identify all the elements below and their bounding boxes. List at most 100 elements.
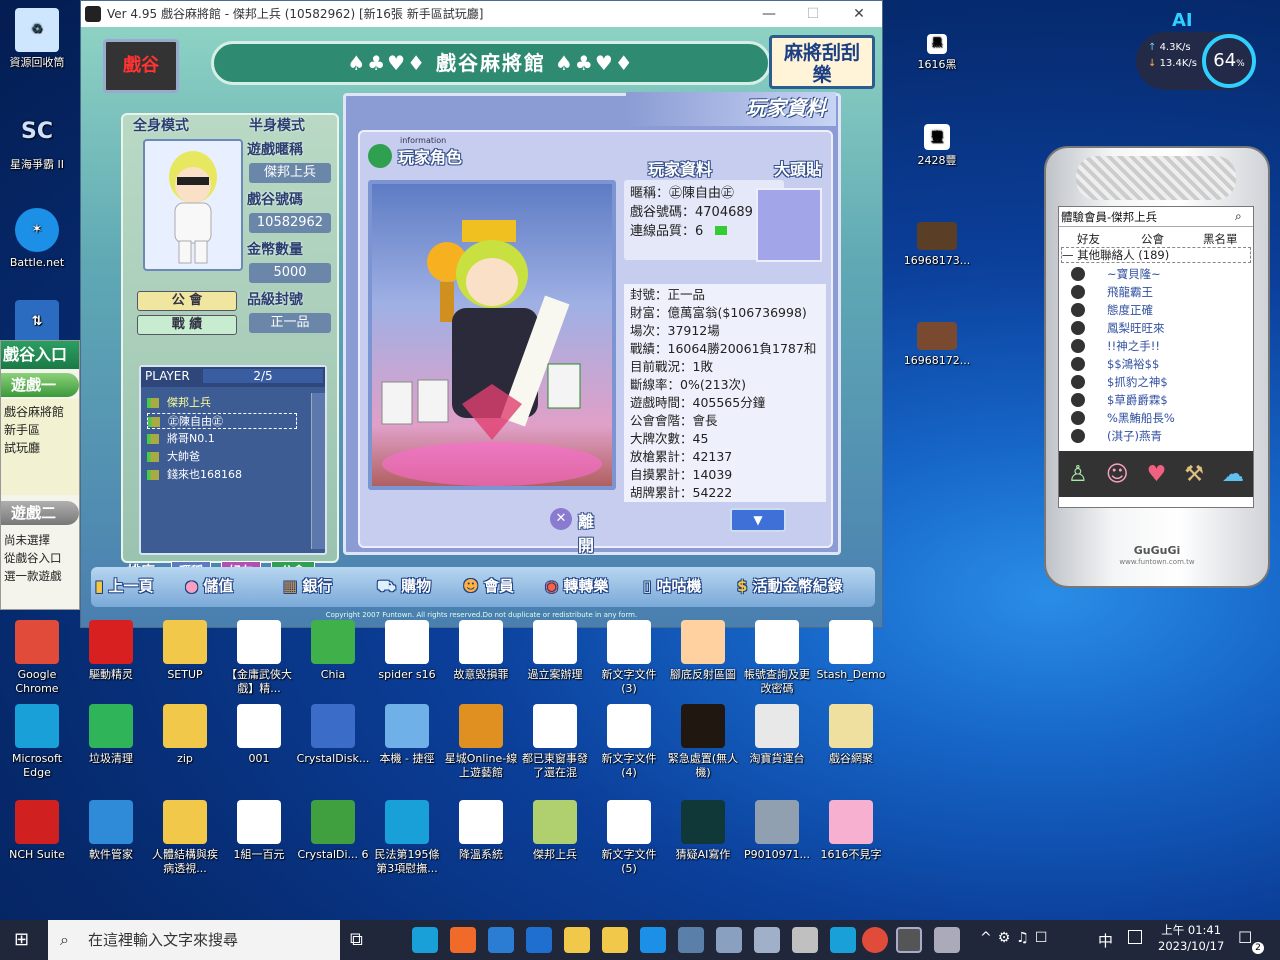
desktop-shortcut[interactable]: Google Chrome [0, 620, 74, 696]
desktop-shortcut[interactable]: 1616不見字 [814, 800, 888, 862]
desktop-shortcut[interactable]: 人體結構與疾病透視... [148, 800, 222, 876]
tray-icons[interactable]: ^⚙♫☐ [980, 930, 1053, 946]
desktop-shortcut[interactable]: 腳底反射區圖 [666, 620, 740, 682]
desktop-icon-1616[interactable]: 黑 1616黑 [900, 34, 974, 72]
contact-item[interactable]: $$鴻裕$$ [1107, 355, 1159, 373]
sticker-slot[interactable] [756, 188, 822, 262]
gugu-button[interactable]: ▯ 咕咕機 [643, 575, 702, 596]
desktop-shortcut[interactable]: zip [148, 704, 222, 766]
contact-item[interactable]: 態度正確 [1107, 301, 1153, 319]
recycle-bin-shortcut[interactable]: ♻ 資源回收筒 [0, 8, 74, 70]
topup-button[interactable]: ● 儲值 [185, 575, 233, 596]
game-window-titlebar[interactable]: Ver 4.95 戲谷麻將館 - 傑邦上兵 (10582962) [新16張 新… [81, 1, 882, 27]
player-row[interactable]: 傑邦上兵 [147, 395, 297, 411]
explorer-taskbar-icon[interactable] [564, 927, 590, 953]
desktop-shortcut[interactable]: 本機 - 捷徑 [370, 704, 444, 766]
task-view-icon[interactable]: ⧉ [350, 927, 376, 953]
app-taskbar-icon[interactable] [754, 927, 780, 953]
folder-taskbar-icon[interactable] [602, 927, 628, 953]
bank-button[interactable]: ▦ 銀行 [283, 575, 332, 596]
desktop-icon-video-1[interactable]: 16968173... [900, 222, 974, 268]
contact-item[interactable]: ~寶貝隆~ [1107, 265, 1161, 283]
contact-item[interactable]: 鳳梨旺旺來 [1107, 319, 1165, 337]
contact-item[interactable]: !!神之手!! [1107, 337, 1160, 355]
start-icon[interactable]: ⊞ [14, 930, 34, 950]
desktop-shortcut[interactable]: 猜疑AI寫作 [666, 800, 740, 862]
tab-player-role[interactable]: 玩家角色 [398, 144, 462, 168]
desktop-shortcut[interactable]: SETUP [148, 620, 222, 682]
contact-item[interactable]: %黑鮪船長% [1107, 409, 1175, 427]
prev-page-button[interactable]: ▮ 上一頁 [95, 575, 154, 596]
gugugi-phone[interactable]: 體驗會員-傑邦上兵 ⌕ 好友 公會 黑名單 — 其他聯絡人 (189) ~寶貝隆… [1044, 146, 1270, 588]
chrome-taskbar-icon[interactable] [862, 927, 888, 953]
tab-player-profile[interactable]: 玩家資料 [648, 156, 712, 180]
desktop-shortcut[interactable]: 都已東窗事發了還在混 [518, 704, 592, 780]
desktop-icon-video-2[interactable]: 16968172... [900, 322, 974, 368]
starcraft-taskbar-icon[interactable] [678, 927, 704, 953]
tab-sticker[interactable]: 大頭貼 [774, 156, 822, 180]
desktop-shortcut[interactable]: Microsoft Edge [0, 704, 74, 780]
guild-button[interactable]: 公 會 [137, 291, 237, 311]
desktop-shortcut[interactable]: 【金庸武俠大戲】精... [222, 620, 296, 696]
chat-icon[interactable]: ☁ [1222, 462, 1244, 487]
store-taskbar-icon[interactable] [450, 927, 476, 953]
ime-indicator[interactable]: 中 [1098, 930, 1113, 951]
game1-header[interactable]: 遊戲一 [1, 373, 79, 397]
people-icon[interactable]: ☺ [1106, 462, 1129, 487]
desktop-shortcut[interactable]: Chia [296, 620, 370, 682]
tab-guild[interactable]: 公會 [1141, 231, 1164, 247]
player-row[interactable]: ㊣陳自由㊣ [147, 413, 297, 429]
player-row[interactable]: 將哥N0.1 [147, 431, 297, 447]
battlenet-taskbar-icon[interactable] [640, 927, 666, 953]
desktop-shortcut[interactable]: 1組一百元 [222, 800, 296, 862]
desktop-shortcut[interactable]: 驅動精灵 [74, 620, 148, 682]
desktop-shortcut[interactable]: 民法第195條第3項慰撫... [370, 800, 444, 876]
tab-full-body[interactable]: 全身模式 [133, 115, 189, 135]
desktop-shortcut[interactable]: 新文字文件 (4) [592, 704, 666, 780]
player-row[interactable]: 大帥爸 [147, 449, 297, 465]
desktop-shortcut[interactable]: 垃圾清理 [74, 704, 148, 766]
desktop-shortcut[interactable]: 降溫系統 [444, 800, 518, 862]
desktop-icon-2428[interactable]: 豐 2428豐 [900, 124, 974, 168]
scratch-lottery-badge[interactable]: 麻將刮刮樂 [769, 35, 875, 89]
record-button[interactable]: 戰 績 [137, 315, 237, 335]
desktop-shortcut[interactable]: CrystalDisk... [296, 704, 370, 766]
desktop-shortcut[interactable]: 傑邦上兵 [518, 800, 592, 862]
minimize-button[interactable]: — [747, 1, 791, 27]
tab-friends[interactable]: 好友 [1077, 231, 1100, 247]
desktop-shortcut[interactable]: 戲谷網聚 [814, 704, 888, 766]
coin-record-button[interactable]: $ 活動金幣紀錄 [737, 575, 843, 596]
game2-header[interactable]: 遊戲二 [1, 501, 79, 525]
tab-half-body[interactable]: 半身模式 [249, 115, 305, 135]
ie-taskbar-icon[interactable] [526, 927, 552, 953]
desktop-shortcut[interactable]: 新文字文件 (3) [592, 620, 666, 696]
desktop-shortcut[interactable]: P9010971... [740, 800, 814, 862]
desktop-shortcut[interactable]: 故意毀損罪 [444, 620, 518, 682]
game1-item-1[interactable]: 新手區 [4, 421, 76, 439]
ime-mode-icon[interactable] [1128, 930, 1142, 944]
taskbar-search-box[interactable]: ⌕ 在這裡輸入文字來搜尋 [48, 920, 340, 960]
desktop-shortcut[interactable]: 星城Online-線上遊藝館 [444, 704, 518, 780]
desktop-shortcut[interactable]: 001 [222, 704, 296, 766]
battlenet-shortcut[interactable]: ✶ Battle.net [0, 208, 74, 270]
desktop-shortcut[interactable]: spider s16 [370, 620, 444, 682]
game1-item-2[interactable]: 試玩廳 [4, 439, 76, 457]
taskbar-clock[interactable]: 上午 01:41 2023/10/17 [1158, 922, 1224, 954]
desktop-shortcut[interactable]: 帳號查詢及更改密碼 [740, 620, 814, 696]
shop-button[interactable]: ⛟ 購物 [377, 575, 431, 597]
desktop-shortcut[interactable]: 緊急處置(無人機) [666, 704, 740, 780]
desktop-shortcut[interactable]: Stash_Demo [814, 620, 888, 682]
player-row[interactable]: 錢來也168168 [147, 467, 297, 483]
desktop-shortcut[interactable]: CrystalDi... 6 [296, 800, 370, 862]
heart-icon[interactable]: ♥ [1147, 462, 1167, 487]
check-taskbar-icon[interactable] [830, 927, 856, 953]
search-icon[interactable]: ⌕ [1235, 209, 1242, 224]
paint-taskbar-icon[interactable] [716, 927, 742, 953]
tab-blacklist[interactable]: 黑名單 [1203, 231, 1238, 247]
desktop-shortcut[interactable]: NCH Suite [0, 800, 74, 862]
desktop-shortcut[interactable]: 過立案辦理 [518, 620, 592, 682]
contact-group[interactable]: — 其他聯絡人 (189) [1061, 247, 1251, 263]
gugugi-taskbar-icon[interactable] [934, 927, 960, 953]
contact-item[interactable]: 飛龍霸王 [1107, 283, 1153, 301]
desktop-shortcut[interactable]: 淘寶貨運台 [740, 704, 814, 766]
